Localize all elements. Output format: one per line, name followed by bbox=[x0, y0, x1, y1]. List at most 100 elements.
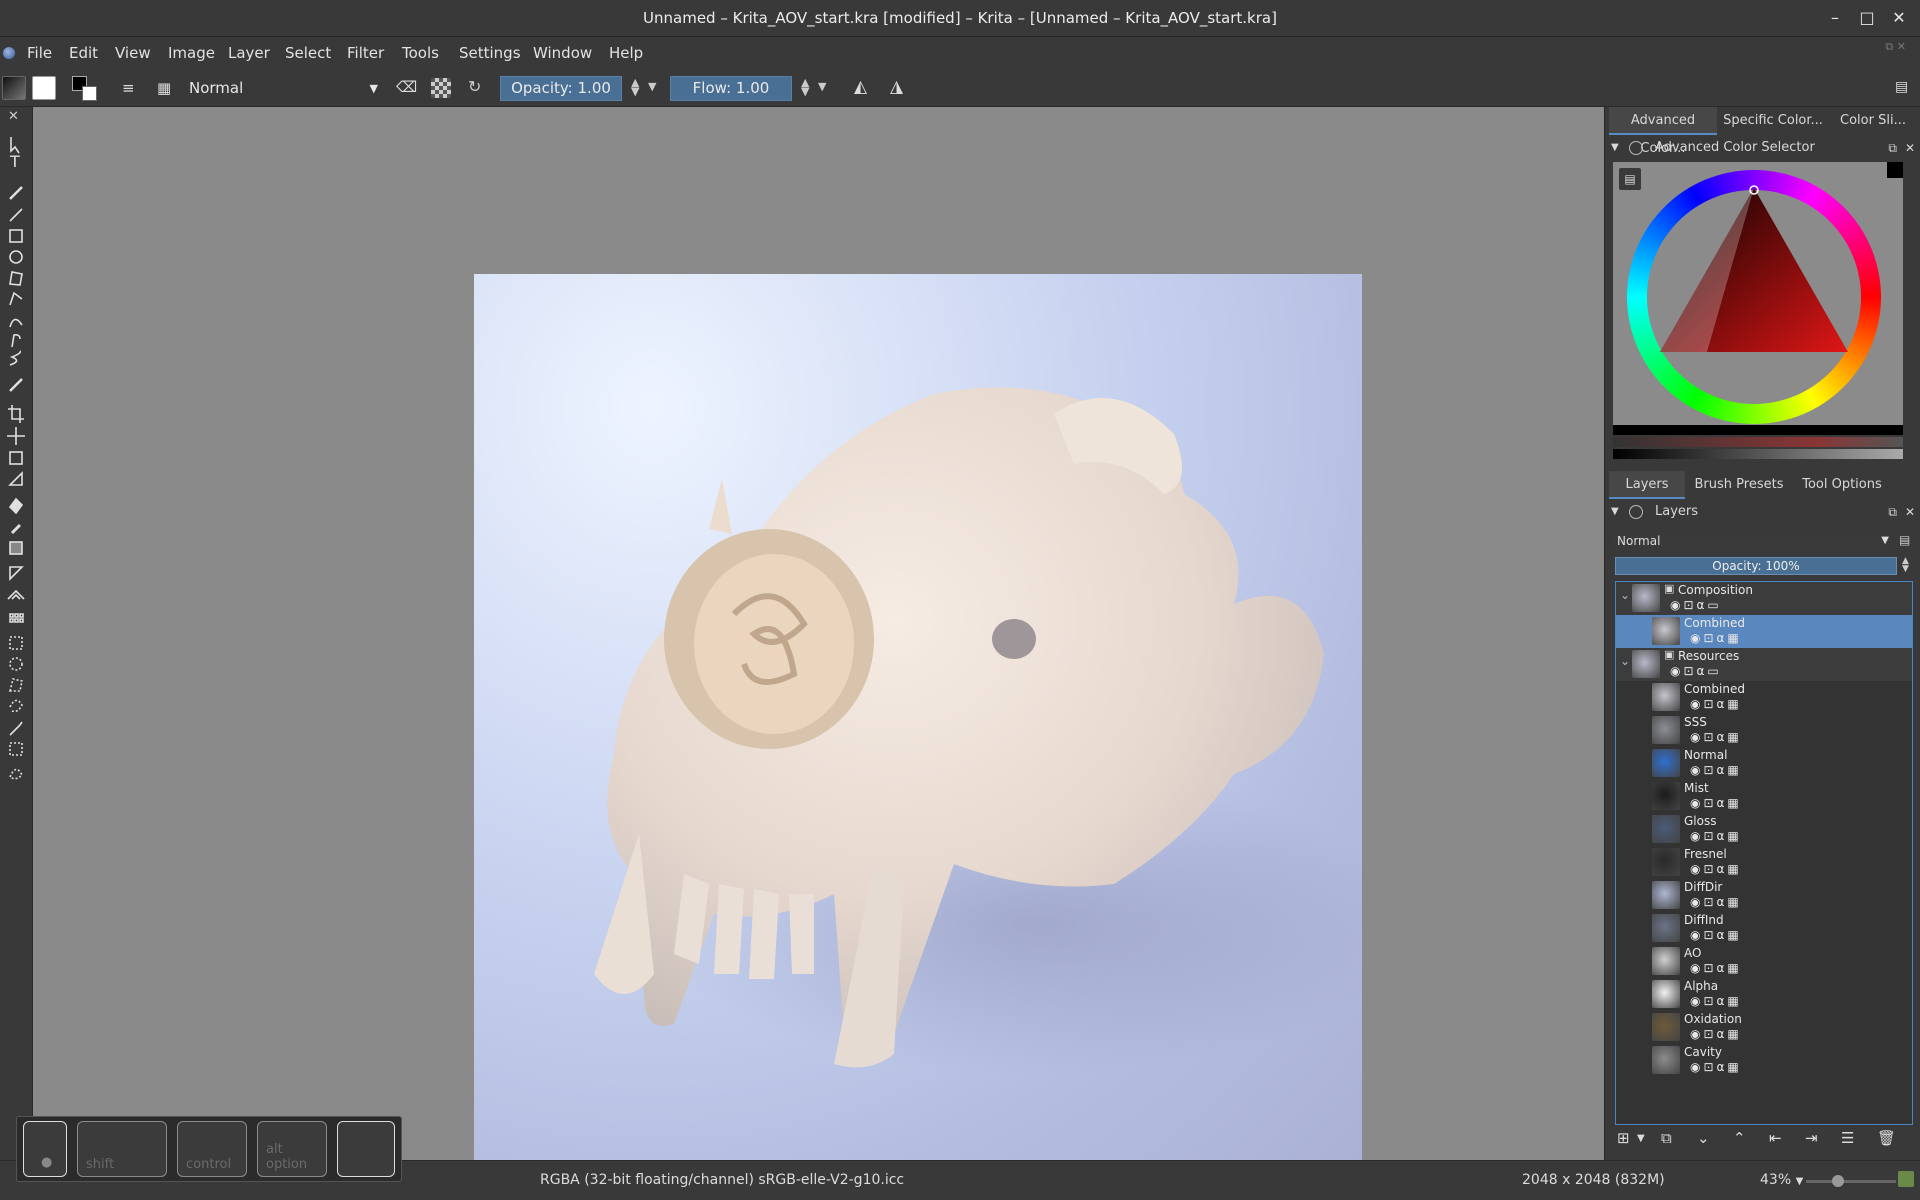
layer-group-row[interactable]: ⌄ ▣ Composition ◉⊡α▭ bbox=[1616, 582, 1912, 615]
chevron-down-icon[interactable]: ▼ bbox=[1637, 1133, 1645, 1144]
canvas-area[interactable] bbox=[33, 107, 1604, 1162]
layer-row[interactable]: Mist ◉⊡α▦ bbox=[1616, 780, 1912, 813]
layer-visibility-lock-alpha-icons[interactable]: ◉⊡α▦ bbox=[1690, 1027, 1742, 1041]
tab-color-sliders[interactable]: Color Sli... bbox=[1829, 107, 1917, 135]
tab-tool-options[interactable]: Tool Options bbox=[1793, 471, 1891, 499]
flow-spinbox[interactable]: Flow: 1.00 bbox=[670, 76, 792, 101]
flow-stepper-icon[interactable]: ▲ ▼ bbox=[801, 77, 809, 97]
tab-specific-color[interactable]: Specific Color... bbox=[1719, 107, 1827, 135]
gradient-button[interactable] bbox=[32, 76, 56, 100]
minimize-button[interactable]: – bbox=[1822, 6, 1848, 30]
corner-float-close-icons[interactable]: ⧉ ✕ bbox=[1885, 40, 1906, 54]
remove-from-group-icon[interactable]: ⇤ bbox=[1769, 1129, 1782, 1147]
layer-row[interactable]: Fresnel ◉⊡α▦ bbox=[1616, 846, 1912, 879]
close-dock-icon[interactable]: ✕ bbox=[1905, 137, 1915, 159]
menu-layer[interactable]: Layer bbox=[228, 44, 270, 62]
opacity-stepper-icon[interactable]: ▲ ▼ bbox=[631, 77, 639, 97]
tab-layers[interactable]: Layers bbox=[1609, 471, 1685, 499]
mirror-vertical-icon[interactable]: ◮ bbox=[890, 77, 903, 97]
layer-properties-icon[interactable]: ☰ bbox=[1841, 1129, 1854, 1147]
layer-visibility-lock-alpha-icons[interactable]: ◉⊡α▭ bbox=[1670, 598, 1722, 612]
menu-tools[interactable]: Tools bbox=[402, 44, 439, 62]
lock-dock-icon[interactable] bbox=[1629, 505, 1643, 519]
move-layer-down-icon[interactable]: ⌄ bbox=[1697, 1129, 1710, 1147]
menu-view[interactable]: View bbox=[115, 44, 151, 62]
zoom-slider[interactable] bbox=[1806, 1175, 1896, 1187]
move-layer-up-icon[interactable]: ⌃ bbox=[1733, 1129, 1746, 1147]
menu-help[interactable]: Help bbox=[609, 44, 643, 62]
layer-row[interactable]: AO ◉⊡α▦ bbox=[1616, 945, 1912, 978]
menu-window[interactable]: Window bbox=[533, 44, 592, 62]
menu-select[interactable]: Select bbox=[285, 44, 331, 62]
fg-bg-color-swatch[interactable] bbox=[72, 76, 98, 102]
edit-brush-settings-icon[interactable]: ≡ bbox=[122, 79, 142, 97]
float-dock-icon[interactable]: ⧉ bbox=[1888, 501, 1897, 523]
blend-mode-select[interactable]: Normal ▼ bbox=[185, 76, 382, 101]
layer-visibility-lock-alpha-icons[interactable]: ◉⊡α▭ bbox=[1670, 664, 1722, 678]
layer-group-row[interactable]: ⌄ ▣ Resources ◉⊡α▭ bbox=[1616, 648, 1912, 681]
tab-brush-presets[interactable]: Brush Presets bbox=[1687, 471, 1791, 499]
layer-row[interactable]: Alpha ◉⊡α▦ bbox=[1616, 978, 1912, 1011]
lock-dock-icon[interactable] bbox=[1629, 141, 1643, 155]
color-selector-panel[interactable]: ▤ bbox=[1613, 162, 1903, 430]
menu-file[interactable]: File bbox=[27, 44, 52, 62]
collapse-triangle-icon[interactable]: ▼ bbox=[1611, 137, 1619, 159]
eraser-icon[interactable]: ⌫ bbox=[396, 78, 417, 98]
layer-filter-icon[interactable]: ▤ bbox=[1899, 533, 1910, 547]
group-expand-icon[interactable]: ⌄ bbox=[1620, 588, 1630, 602]
layer-row[interactable]: DiffInd ◉⊡α▦ bbox=[1616, 912, 1912, 945]
delete-layer-icon[interactable]: 🗑 bbox=[1877, 1129, 1896, 1147]
layer-row[interactable]: Normal ◉⊡α▦ bbox=[1616, 747, 1912, 780]
toolbar-menu-icon[interactable]: ▤ bbox=[1895, 79, 1908, 95]
layer-visibility-lock-alpha-icons[interactable]: ◉⊡α▦ bbox=[1690, 829, 1742, 843]
document-canvas[interactable] bbox=[474, 274, 1362, 1162]
layer-row[interactable]: SSS ◉⊡α▦ bbox=[1616, 714, 1912, 747]
chevron-down-icon[interactable]: ▼ bbox=[648, 80, 656, 93]
color-patches-bar[interactable] bbox=[1613, 437, 1903, 447]
tab-advanced-color[interactable]: Advanced Color... bbox=[1609, 107, 1717, 156]
layer-visibility-lock-alpha-icons[interactable]: ◉⊡α▦ bbox=[1690, 862, 1742, 876]
zoom-level[interactable]: 43% ▼ bbox=[1760, 1172, 1803, 1188]
selector-settings-icon[interactable]: ▤ bbox=[1619, 168, 1641, 190]
duplicate-layer-icon[interactable]: ⧉ bbox=[1661, 1129, 1672, 1147]
collapse-triangle-icon[interactable]: ▼ bbox=[1611, 501, 1619, 523]
brush-preset-button[interactable] bbox=[2, 76, 26, 100]
layer-visibility-lock-alpha-icons[interactable]: ◉⊡α▦ bbox=[1690, 796, 1742, 810]
layer-visibility-lock-alpha-icons[interactable]: ◉⊡α▦ bbox=[1690, 994, 1742, 1008]
preserve-alpha-icon[interactable] bbox=[431, 78, 451, 98]
layer-visibility-lock-alpha-icons[interactable]: ◉⊡α▦ bbox=[1690, 631, 1742, 645]
saturation-value-triangle[interactable] bbox=[1627, 170, 1881, 424]
layer-visibility-lock-alpha-icons[interactable]: ◉⊡α▦ bbox=[1690, 895, 1742, 909]
recent-colors-bar[interactable] bbox=[1613, 449, 1903, 459]
layer-row[interactable]: Combined ◉⊡α▦ bbox=[1616, 681, 1912, 714]
layer-row[interactable]: Cavity ◉⊡α▦ bbox=[1616, 1044, 1912, 1077]
layer-opacity-slider[interactable]: Opacity: 100% bbox=[1615, 557, 1897, 575]
close-dock-icon[interactable]: ✕ bbox=[1905, 501, 1915, 523]
close-icon[interactable]: ✕ bbox=[8, 109, 19, 124]
opacity-spinbox[interactable]: Opacity: 1.00 bbox=[500, 76, 622, 101]
layer-row[interactable]: DiffDir ◉⊡α▦ bbox=[1616, 879, 1912, 912]
layer-visibility-lock-alpha-icons[interactable]: ◉⊡α▦ bbox=[1690, 697, 1742, 711]
pin-icon[interactable] bbox=[1898, 1171, 1914, 1187]
menu-filter[interactable]: Filter bbox=[347, 44, 384, 62]
layer-row[interactable]: Oxidation ◉⊡α▦ bbox=[1616, 1011, 1912, 1044]
menu-settings[interactable]: Settings bbox=[459, 44, 521, 62]
opacity-stepper-icon[interactable]: ▲ ▼ bbox=[1902, 557, 1909, 574]
layer-visibility-lock-alpha-icons[interactable]: ◉⊡α▦ bbox=[1690, 961, 1742, 975]
layer-row[interactable]: Gloss ◉⊡α▦ bbox=[1616, 813, 1912, 846]
mirror-horizontal-icon[interactable]: ◭ bbox=[854, 77, 867, 97]
maximize-button[interactable]: □ bbox=[1854, 6, 1880, 30]
layer-row[interactable]: Combined ◉⊡α▦ bbox=[1616, 615, 1912, 648]
layer-visibility-lock-alpha-icons[interactable]: ◉⊡α▦ bbox=[1690, 763, 1742, 777]
close-button[interactable]: ✕ bbox=[1886, 6, 1912, 30]
add-to-group-icon[interactable]: ⇥ bbox=[1805, 1129, 1818, 1147]
layer-blend-mode-select[interactable]: Normal ▼ bbox=[1613, 531, 1893, 551]
menu-image[interactable]: Image bbox=[168, 44, 215, 62]
menu-edit[interactable]: Edit bbox=[69, 44, 98, 62]
float-dock-icon[interactable]: ⧉ bbox=[1888, 137, 1897, 159]
group-expand-icon[interactable]: ⌄ bbox=[1620, 654, 1630, 668]
preset-chooser-icon[interactable]: ▦ bbox=[157, 79, 177, 97]
add-layer-icon[interactable]: ⊞ bbox=[1617, 1129, 1630, 1147]
layer-visibility-lock-alpha-icons[interactable]: ◉⊡α▦ bbox=[1690, 1060, 1742, 1074]
reload-preset-icon[interactable]: ↻ bbox=[468, 77, 488, 97]
